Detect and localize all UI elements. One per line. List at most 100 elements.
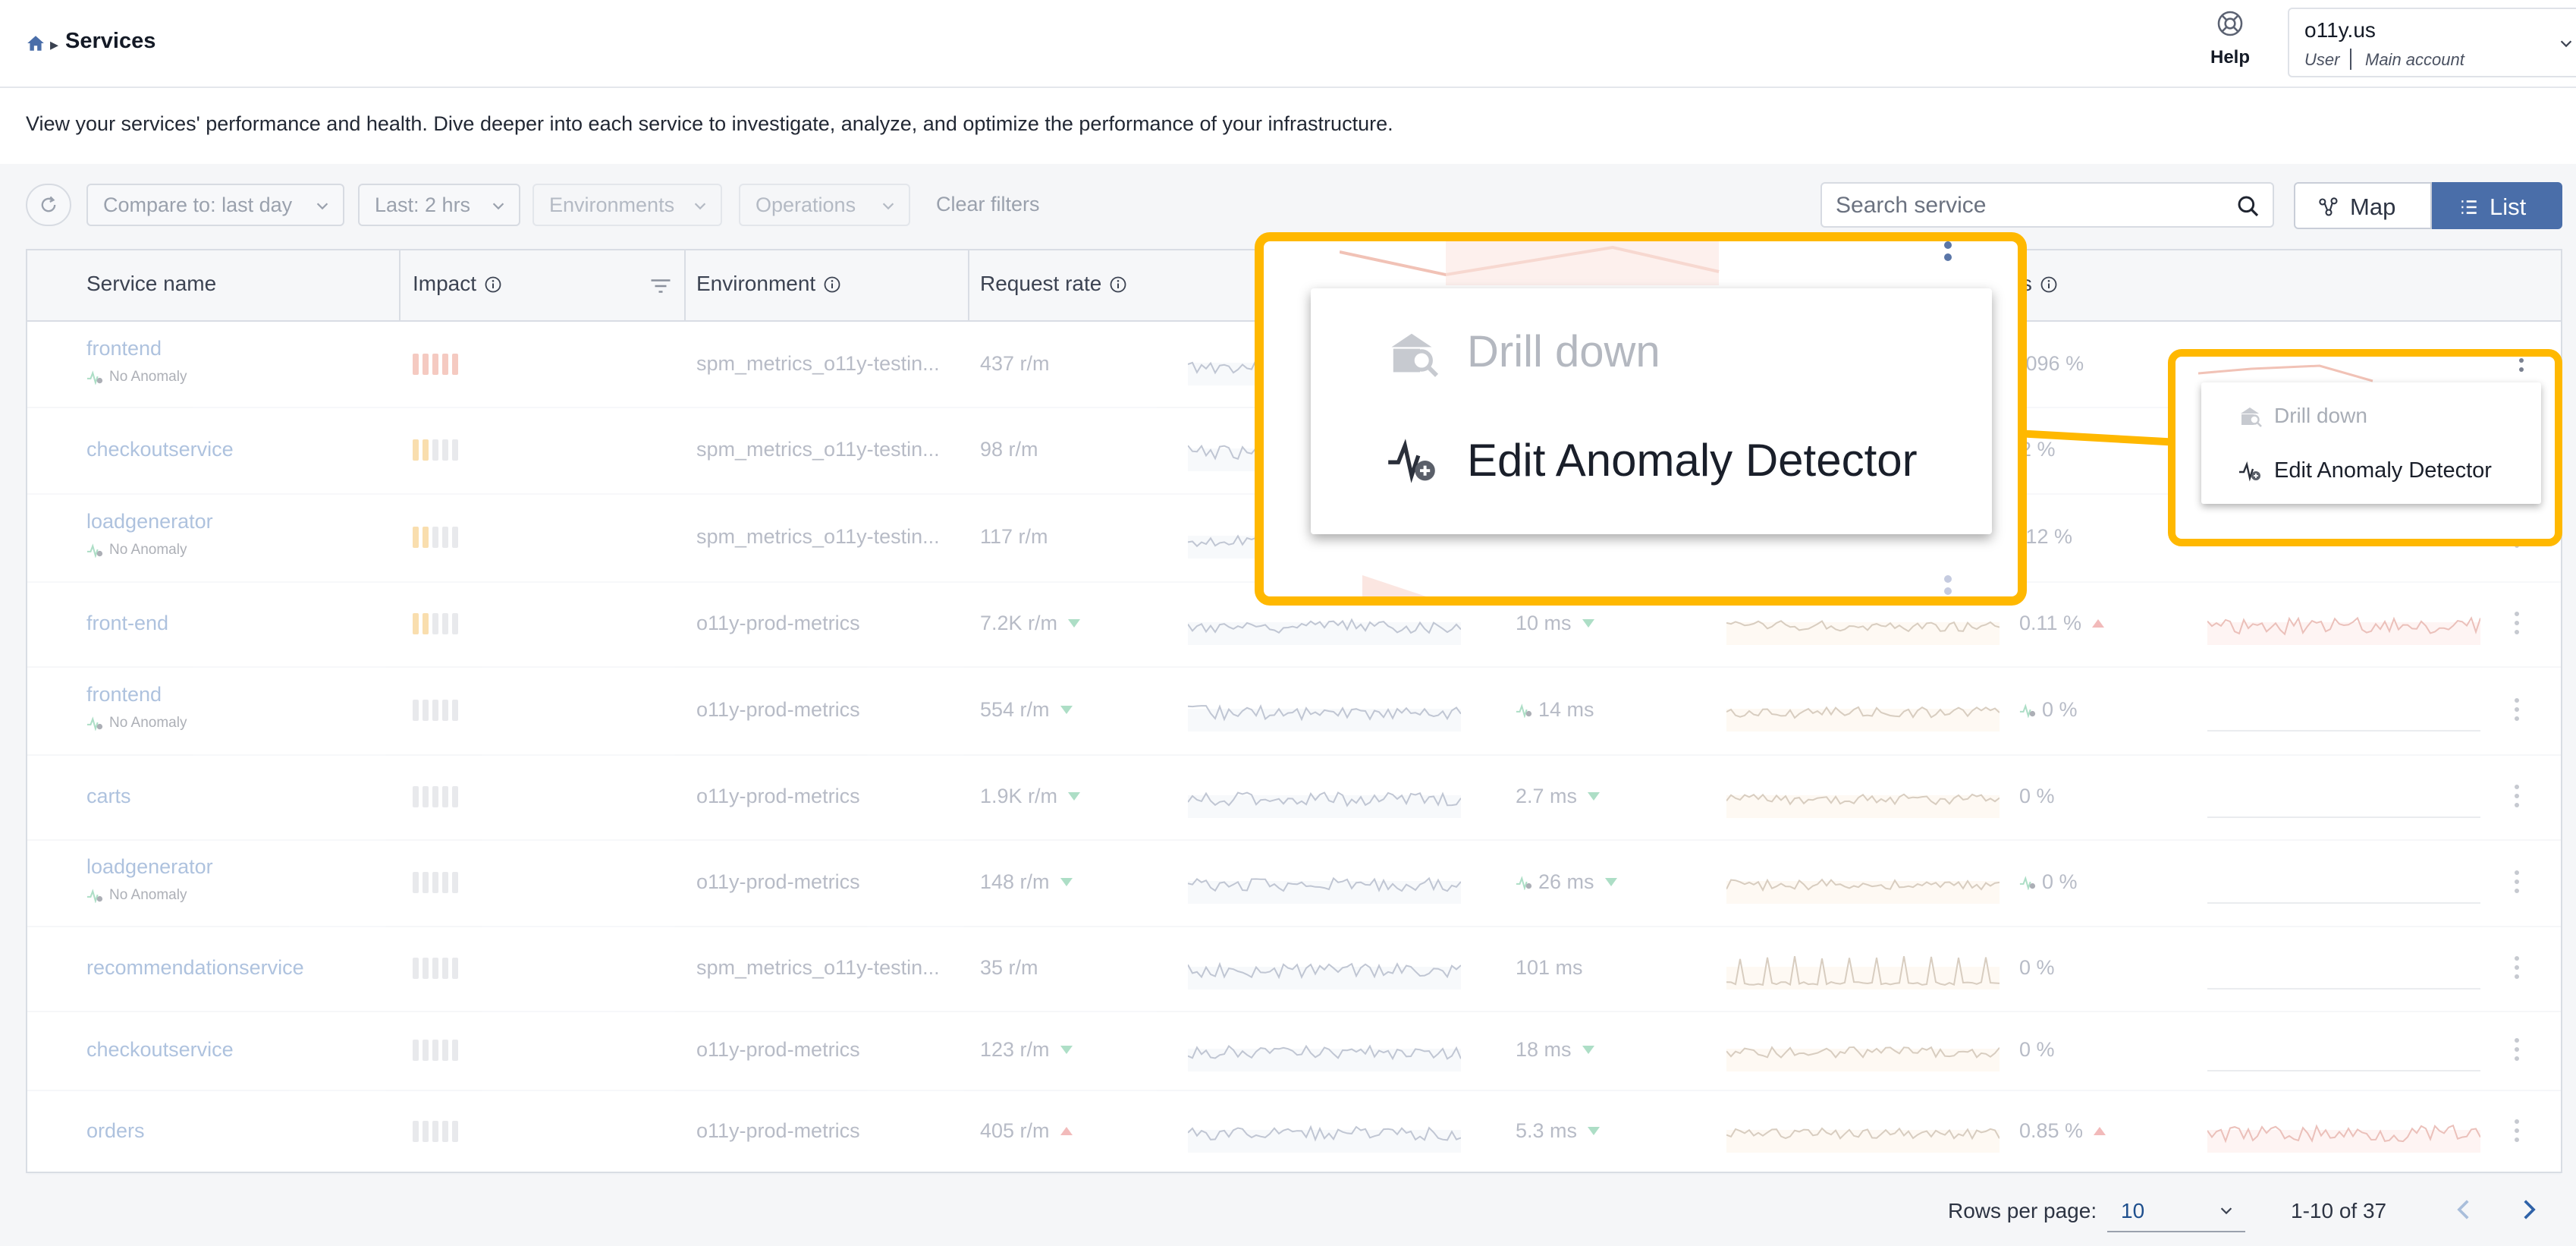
kebab-icon[interactable]	[2514, 1119, 2520, 1147]
environments-label: Environments	[549, 194, 675, 216]
table-row[interactable]: checkoutservice o11y-prod-metrics 123 r/m 1…	[27, 1011, 2561, 1091]
service-name-link[interactable]: loadgenerator	[86, 510, 213, 533]
impact-bar	[423, 1121, 429, 1142]
column-header-service-name[interactable]: Service name	[86, 272, 216, 296]
anomaly-status: No Anomaly	[86, 887, 187, 904]
environment-value: o11y-prod-metrics	[696, 870, 860, 893]
latency-value: 101 ms	[1516, 956, 1583, 980]
anomaly-icon	[86, 889, 103, 903]
rows-per-page-select[interactable]: 10	[2107, 1188, 2245, 1232]
compare-dropdown[interactable]: Compare to: last day	[86, 184, 344, 226]
refresh-button[interactable]	[26, 184, 71, 226]
request-rate-value: 148 r/m	[980, 870, 1073, 894]
request-rate-value: 554 r/m	[980, 698, 1073, 722]
column-header-request-rate[interactable]: Request rate	[980, 272, 1127, 296]
chevron-left-icon[interactable]	[2452, 1196, 2477, 1223]
impact-indicator	[413, 354, 458, 375]
request-rate-value: 117 r/m	[980, 525, 1048, 549]
impact-bar	[413, 354, 419, 375]
impact-bar	[413, 613, 419, 634]
home-icon[interactable]	[26, 33, 46, 53]
anomaly-status: No Anomaly	[86, 369, 187, 385]
table-row[interactable]: orders o11y-prod-metrics 405 r/m 5.3 ms 0.85…	[27, 1090, 2561, 1175]
kebab-icon[interactable]	[2514, 870, 2520, 898]
column-header-impact[interactable]: Impact	[413, 272, 502, 296]
sort-icon[interactable]	[649, 276, 672, 296]
impact-bar	[423, 439, 429, 461]
table-row[interactable]: loadgenerator No Anomaly o11y-prod-metric…	[27, 839, 2561, 927]
request-rate-value: 123 r/m	[980, 1038, 1073, 1062]
info-icon[interactable]	[484, 275, 502, 294]
page-description: View your services' performance and heal…	[26, 112, 1393, 135]
kebab-icon[interactable]	[2514, 1038, 2520, 1065]
impact-bar	[442, 439, 448, 461]
help-button[interactable]: Help	[2200, 9, 2260, 77]
search-input[interactable]	[1834, 190, 2216, 222]
map-view-button[interactable]: Map	[2294, 182, 2432, 229]
menu-item-drill-down[interactable]: Drill down	[1384, 326, 1660, 377]
service-name-link[interactable]: front-end	[86, 612, 168, 635]
impact-bar	[432, 354, 438, 375]
menu-label-edit-anomaly-detector: Edit Anomaly Detector	[1467, 435, 1918, 486]
request-rate-sparkline	[1188, 1044, 1461, 1071]
operations-dropdown[interactable]: Operations	[739, 184, 910, 226]
impact-indicator	[413, 439, 458, 461]
service-name-link[interactable]: orders	[86, 1119, 145, 1143]
trend-down-icon	[1060, 878, 1073, 886]
error-rate-value: 0 %	[2019, 698, 2078, 722]
top-bar: ▸ Services Help o11y.us User Main accoun…	[0, 0, 2576, 88]
service-name-link[interactable]: carts	[86, 785, 131, 808]
kebab-icon[interactable]	[2514, 785, 2520, 812]
latency-sparkline	[1726, 1046, 2000, 1071]
info-icon[interactable]	[823, 275, 841, 294]
service-name-link[interactable]: checkoutservice	[86, 1038, 234, 1062]
time-range-dropdown[interactable]: Last: 2 hrs	[358, 184, 520, 226]
table-row[interactable]: frontend No Anomaly o11y-prod-metrics 554 …	[27, 666, 2561, 756]
menu-item-edit-anomaly-detector[interactable]: Edit Anomaly Detector	[1384, 434, 1918, 486]
table-row[interactable]: carts o11y-prod-metrics 1.9K r/m 2.7 ms 0 %	[27, 754, 2561, 841]
account-selector[interactable]: o11y.us User Main account	[2288, 8, 2576, 77]
request-rate-text: 405 r/m	[980, 1119, 1050, 1142]
kebab-icon[interactable]	[2514, 956, 2520, 983]
request-rate-sparkline	[1188, 1125, 1461, 1153]
service-name-link[interactable]: recommendationservice	[86, 956, 304, 980]
info-icon[interactable]	[1109, 275, 1127, 294]
search-icon[interactable]	[2236, 194, 2260, 219]
kebab-icon[interactable]	[2514, 612, 2520, 639]
request-rate-text: 117 r/m	[980, 525, 1048, 548]
table-row[interactable]: recommendationservice spm_metrics_o11y-te…	[27, 926, 2561, 1012]
account-divider	[2350, 49, 2351, 70]
highlight-bg-sparkline	[1340, 241, 1720, 285]
impact-bar	[442, 786, 448, 807]
kebab-icon[interactable]	[2514, 698, 2520, 725]
impact-indicator	[413, 786, 458, 807]
latency-sparkline	[1726, 878, 2000, 904]
info-icon[interactable]	[2040, 275, 2058, 294]
impact-bar	[432, 700, 438, 721]
clear-filters-button[interactable]: Clear filters	[936, 193, 1040, 216]
request-rate-value: 35 r/m	[980, 956, 1038, 980]
list-view-button[interactable]: List	[2432, 182, 2562, 229]
context-menu-small: Drill down Edit Anomaly Detector	[2201, 382, 2541, 504]
service-name-link[interactable]: loadgenerator	[86, 855, 213, 879]
service-name-link[interactable]: frontend	[86, 683, 162, 706]
menu-item-edit-anomaly-detector[interactable]: Edit Anomaly Detector	[2238, 458, 2492, 483]
kebab-icon	[1944, 575, 1952, 596]
latency-value: 18 ms	[1516, 1038, 1594, 1062]
impact-bar	[423, 1040, 429, 1061]
impact-bar	[452, 1121, 458, 1142]
service-name-link[interactable]: frontend	[86, 337, 162, 360]
impact-bar	[413, 700, 419, 721]
trend-down-icon	[1604, 878, 1617, 886]
impact-bar	[423, 354, 429, 375]
environments-dropdown[interactable]: Environments	[532, 184, 722, 226]
error-rate-text: 0.11 %	[2019, 612, 2082, 634]
error-rate-value: 0 %	[2019, 1038, 2055, 1062]
impact-bar	[432, 439, 438, 461]
column-header-environment[interactable]: Environment	[696, 272, 841, 296]
chevron-right-icon[interactable]	[2515, 1196, 2541, 1223]
impact-bar	[423, 527, 429, 548]
menu-label-drill-down: Drill down	[1467, 327, 1660, 376]
menu-item-drill-down[interactable]: Drill down	[2238, 404, 2367, 428]
service-name-link[interactable]: checkoutservice	[86, 438, 234, 461]
